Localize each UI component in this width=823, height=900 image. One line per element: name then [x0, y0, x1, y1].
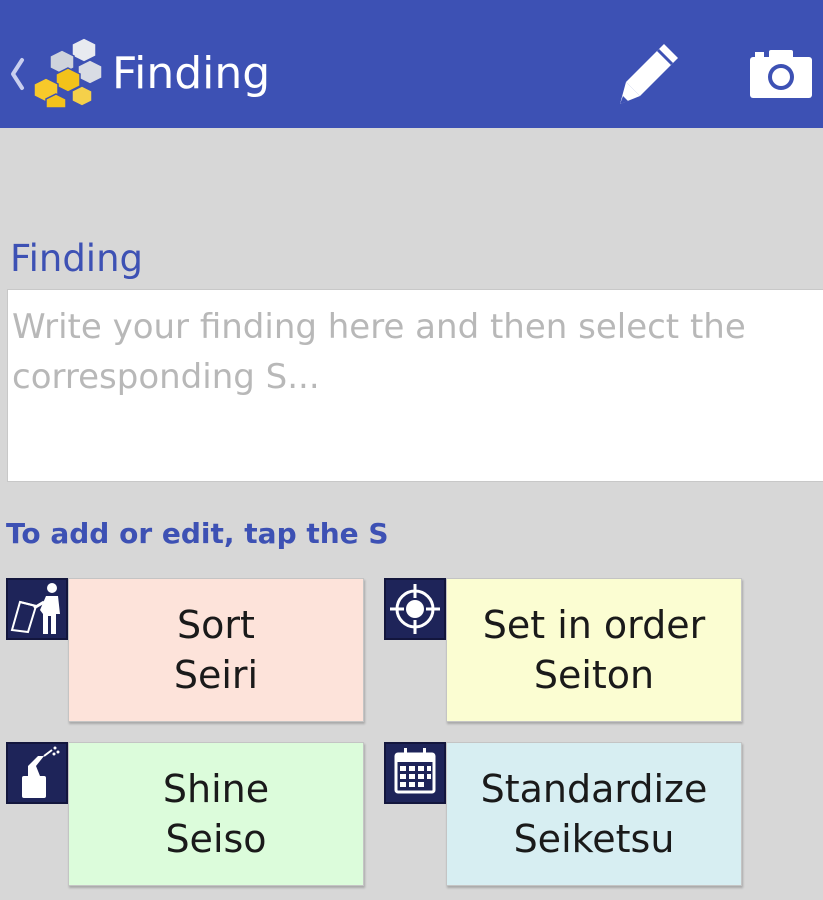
s-japanese-label: Seiri	[173, 653, 259, 697]
s-japanese-label: Seiketsu	[513, 817, 675, 861]
s-english-label: Standardize	[480, 767, 708, 811]
s-japanese-label: Seiton	[533, 653, 655, 697]
s-card-sort[interactable]: Sort Seiri	[68, 578, 364, 722]
s-item-shine[interactable]: Shine Seiso	[6, 742, 364, 886]
app-bar: Finding	[0, 0, 823, 128]
target-icon	[384, 578, 446, 640]
calendar-icon	[384, 742, 446, 804]
s-english-label: Shine	[162, 767, 270, 811]
s-english-label: Set in order	[482, 603, 706, 647]
s-card-set-in-order[interactable]: Set in order Seiton	[446, 578, 742, 722]
s-card-standardize[interactable]: Standardize Seiketsu	[446, 742, 742, 886]
instruction-text: To add or edit, tap the S	[6, 517, 389, 550]
finding-label: Finding	[10, 237, 144, 280]
honeycomb-logo-icon[interactable]	[34, 36, 104, 108]
s-item-standardize[interactable]: Standardize Seiketsu	[384, 742, 742, 886]
camera-icon[interactable]	[750, 48, 812, 98]
finding-input[interactable]	[7, 289, 823, 482]
s-card-shine[interactable]: Shine Seiso	[68, 742, 364, 886]
s-item-sort[interactable]: Sort Seiri	[6, 578, 364, 722]
s-english-label: Sort	[177, 603, 255, 647]
s-item-set-in-order[interactable]: Set in order Seiton	[384, 578, 742, 722]
page-title: Finding	[112, 48, 271, 99]
pencil-icon[interactable]	[616, 40, 684, 106]
cleaning-spray-icon	[6, 742, 68, 804]
sort-worker-icon	[6, 578, 68, 640]
s-japanese-label: Seiso	[165, 817, 267, 861]
chevron-left-icon[interactable]	[8, 54, 26, 94]
